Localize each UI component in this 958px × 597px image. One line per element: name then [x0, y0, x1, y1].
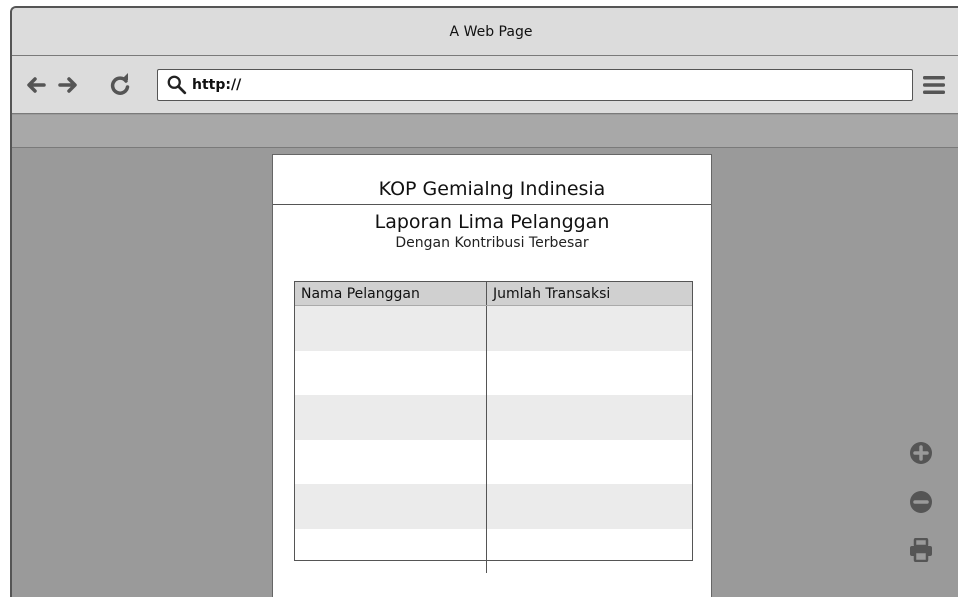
customer-table: Nama Pelanggan Jumlah Transaksi — [294, 281, 693, 573]
table-cell — [295, 528, 487, 573]
column-header-jumlah-transaksi[interactable]: Jumlah Transaksi — [487, 282, 692, 305]
forward-button[interactable] — [56, 73, 80, 97]
table-cell — [295, 306, 487, 351]
arrow-left-icon — [27, 77, 46, 93]
table-row[interactable] — [295, 306, 692, 351]
address-bar[interactable] — [157, 69, 913, 101]
table-row[interactable] — [295, 350, 692, 396]
report-page: KOP Gemialng Indinesia Laporan Lima Pela… — [272, 154, 712, 597]
report-subtitle: Dengan Kontribusi Terbesar — [395, 235, 589, 251]
column-header-nama-pelanggan[interactable]: Nama Pelanggan — [295, 282, 487, 305]
table-row[interactable] — [295, 484, 692, 529]
zoom-out-button[interactable] — [909, 490, 933, 514]
table-cell — [487, 529, 692, 574]
table-header-row: Nama Pelanggan Jumlah Transaksi — [295, 282, 692, 306]
bookmarks-strip — [12, 115, 958, 148]
table-body — [295, 306, 692, 573]
window-title: A Web Page — [449, 23, 533, 40]
menu-button[interactable] — [923, 75, 945, 95]
zoom-in-button[interactable] — [909, 441, 933, 465]
hamburger-menu-icon — [923, 76, 945, 94]
zoom-out-icon — [910, 491, 932, 513]
table-cell — [487, 351, 692, 396]
arrow-right-icon — [58, 77, 77, 93]
table-row[interactable] — [295, 439, 692, 485]
table-row[interactable] — [295, 395, 692, 440]
window-titlebar: A Web Page — [12, 8, 958, 56]
table-row[interactable] — [295, 528, 692, 574]
table-cell — [487, 484, 692, 529]
table-cell — [295, 484, 487, 529]
table-cell — [295, 439, 487, 484]
print-button[interactable] — [909, 537, 933, 563]
refresh-button[interactable] — [108, 73, 132, 97]
search-icon — [167, 75, 187, 95]
table-cell — [487, 306, 692, 351]
table-cell — [295, 395, 487, 440]
back-button[interactable] — [24, 73, 48, 97]
table-cell — [487, 395, 692, 440]
browser-toolbar — [12, 56, 958, 114]
print-icon — [910, 537, 932, 563]
report-title: Laporan Lima Pelanggan — [374, 211, 610, 233]
refresh-icon — [110, 73, 130, 95]
browser-window: A Web Page http:// KOP Gemialng Indinesi… — [10, 6, 958, 597]
table-cell — [295, 350, 487, 395]
url-input[interactable] — [192, 77, 892, 93]
zoom-in-icon — [910, 442, 932, 464]
report-header: KOP Gemialng Indinesia — [273, 155, 711, 205]
table-cell — [487, 440, 692, 485]
